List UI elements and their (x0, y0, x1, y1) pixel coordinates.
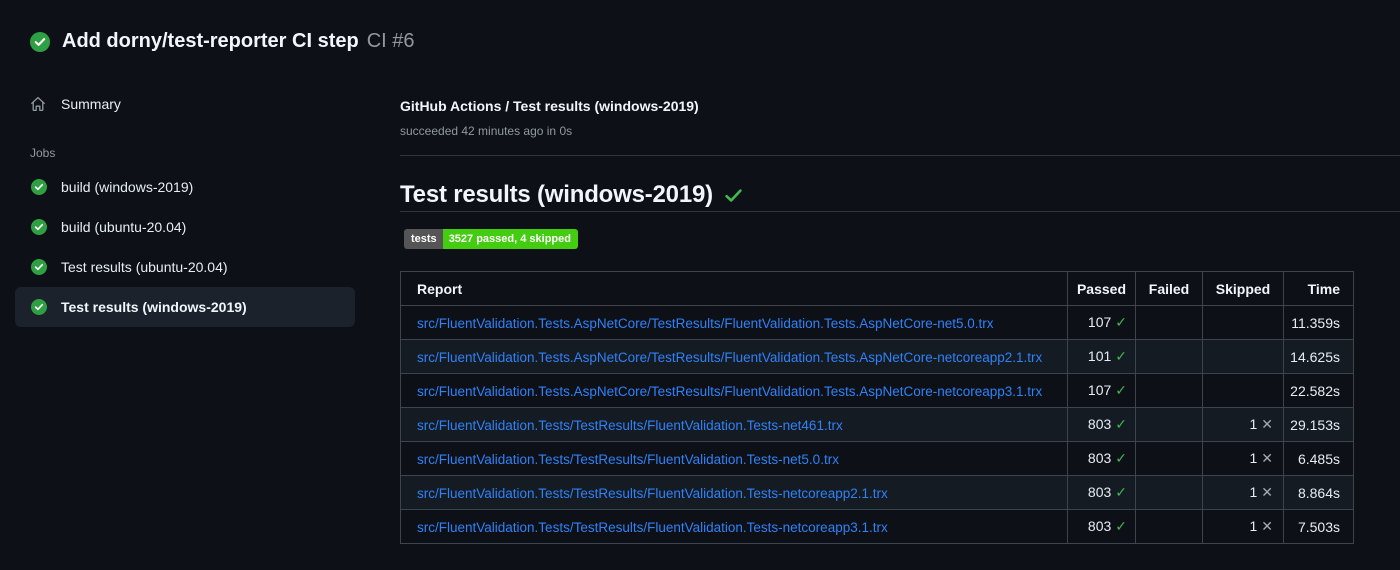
job-list: build (windows-2019) build (ubuntu-20.04… (0, 167, 370, 327)
report-row: src/FluentValidation.Tests.AspNetCore/Te… (400, 339, 1354, 374)
skipped-count: 1 (1249, 518, 1258, 534)
time-cell: 7.503s (1283, 509, 1354, 544)
failed-cell (1135, 407, 1203, 442)
test-results-table: Report Passed Failed Skipped Time src/Fl… (400, 271, 1354, 544)
passed-count: 107 (1087, 314, 1112, 330)
badge-label: tests (404, 229, 443, 249)
skipped-count: 1 (1249, 416, 1258, 432)
skipped-x-icon: ✕ (1261, 450, 1273, 466)
summary-label: Summary (61, 96, 121, 112)
column-header-skipped: Skipped (1202, 271, 1284, 306)
section-heading: Test results (windows-2019) (400, 181, 743, 209)
sidebar-job-item[interactable]: build (ubuntu-20.04) (15, 207, 355, 247)
skipped-count: 1 (1249, 450, 1258, 466)
heading-success-check-icon (724, 186, 743, 205)
workflow-run-page: Add dorny/test-reporter CI step CI #6 Su… (0, 0, 1400, 570)
report-row: src/FluentValidation.Tests/TestResults/F… (400, 441, 1354, 476)
job-label: build (ubuntu-20.04) (61, 219, 187, 235)
report-link[interactable]: src/FluentValidation.Tests.AspNetCore/Te… (417, 316, 994, 331)
passed-check-icon: ✓ (1115, 450, 1127, 466)
table-header-row: Report Passed Failed Skipped Time (400, 271, 1354, 306)
skipped-x-icon: ✕ (1261, 416, 1273, 432)
report-row: src/FluentValidation.Tests/TestResults/F… (400, 509, 1354, 544)
passed-count: 803 (1087, 450, 1112, 466)
report-row: src/FluentValidation.Tests/TestResults/F… (400, 475, 1354, 510)
report-link[interactable]: src/FluentValidation.Tests.AspNetCore/Te… (417, 384, 1042, 399)
skipped-x-icon: ✕ (1261, 518, 1273, 534)
sidebar-job-item[interactable]: build (windows-2019) (15, 167, 355, 207)
time-cell: 11.359s (1283, 305, 1354, 340)
tests-badge: tests 3527 passed, 4 skipped (404, 229, 578, 249)
column-header-time: Time (1283, 271, 1354, 306)
divider (400, 155, 1400, 156)
jobs-section-label: Jobs (30, 146, 56, 160)
passed-count: 803 (1087, 518, 1112, 534)
job-label: build (windows-2019) (61, 179, 194, 195)
time-cell: 14.625s (1283, 339, 1354, 374)
failed-cell (1135, 509, 1203, 544)
sidebar-item-summary[interactable]: Summary (30, 94, 121, 114)
check-run-status: succeeded 42 minutes ago in 0s (400, 124, 573, 138)
report-link[interactable]: src/FluentValidation.Tests.AspNetCore/Te… (417, 350, 1042, 365)
failed-cell (1135, 373, 1203, 408)
passed-check-icon: ✓ (1115, 314, 1127, 330)
passed-check-icon: ✓ (1115, 416, 1127, 432)
failed-cell (1135, 441, 1203, 476)
sidebar-job-item[interactable]: Test results (windows-2019) (15, 287, 355, 327)
failed-cell (1135, 475, 1203, 510)
check-circle-icon (31, 299, 47, 315)
time-cell: 22.582s (1283, 373, 1354, 408)
sidebar-job-item[interactable]: Test results (ubuntu-20.04) (15, 247, 355, 287)
job-label: Test results (ubuntu-20.04) (61, 259, 228, 275)
check-circle-icon (31, 259, 47, 275)
passed-count: 803 (1087, 484, 1112, 500)
skipped-x-icon: ✕ (1261, 484, 1273, 500)
column-header-report: Report (400, 271, 1068, 306)
column-header-failed: Failed (1135, 271, 1203, 306)
badge-value: 3527 passed, 4 skipped (442, 229, 578, 249)
passed-count: 107 (1087, 382, 1112, 398)
sidebar: Summary Jobs build (windows-2019) build … (0, 0, 380, 570)
job-label: Test results (windows-2019) (61, 299, 247, 315)
report-row: src/FluentValidation.Tests/TestResults/F… (400, 407, 1354, 442)
report-row: src/FluentValidation.Tests.AspNetCore/Te… (400, 305, 1354, 340)
home-icon (30, 96, 46, 112)
time-cell: 8.864s (1283, 475, 1354, 510)
time-cell: 6.485s (1283, 441, 1354, 476)
failed-cell (1135, 339, 1203, 374)
failed-cell (1135, 305, 1203, 340)
passed-check-icon: ✓ (1115, 518, 1127, 534)
section-heading-text: Test results (windows-2019) (400, 181, 713, 208)
report-link[interactable]: src/FluentValidation.Tests/TestResults/F… (417, 418, 843, 433)
passed-check-icon: ✓ (1115, 348, 1127, 364)
check-run-title: GitHub Actions / Test results (windows-2… (400, 98, 699, 114)
job-detail-panel: GitHub Actions / Test results (windows-2… (400, 0, 1400, 570)
report-link[interactable]: src/FluentValidation.Tests/TestResults/F… (417, 486, 888, 501)
passed-count: 101 (1087, 348, 1112, 364)
check-circle-icon (31, 179, 47, 195)
passed-check-icon: ✓ (1115, 484, 1127, 500)
check-circle-icon (31, 219, 47, 235)
heading-underline (400, 211, 1400, 212)
passed-count: 803 (1087, 416, 1112, 432)
column-header-passed: Passed (1067, 271, 1136, 306)
report-row: src/FluentValidation.Tests.AspNetCore/Te… (400, 373, 1354, 408)
passed-check-icon: ✓ (1115, 382, 1127, 398)
report-link[interactable]: src/FluentValidation.Tests/TestResults/F… (417, 452, 839, 467)
skipped-count: 1 (1249, 484, 1258, 500)
report-link[interactable]: src/FluentValidation.Tests/TestResults/F… (417, 520, 888, 535)
time-cell: 29.153s (1283, 407, 1354, 442)
